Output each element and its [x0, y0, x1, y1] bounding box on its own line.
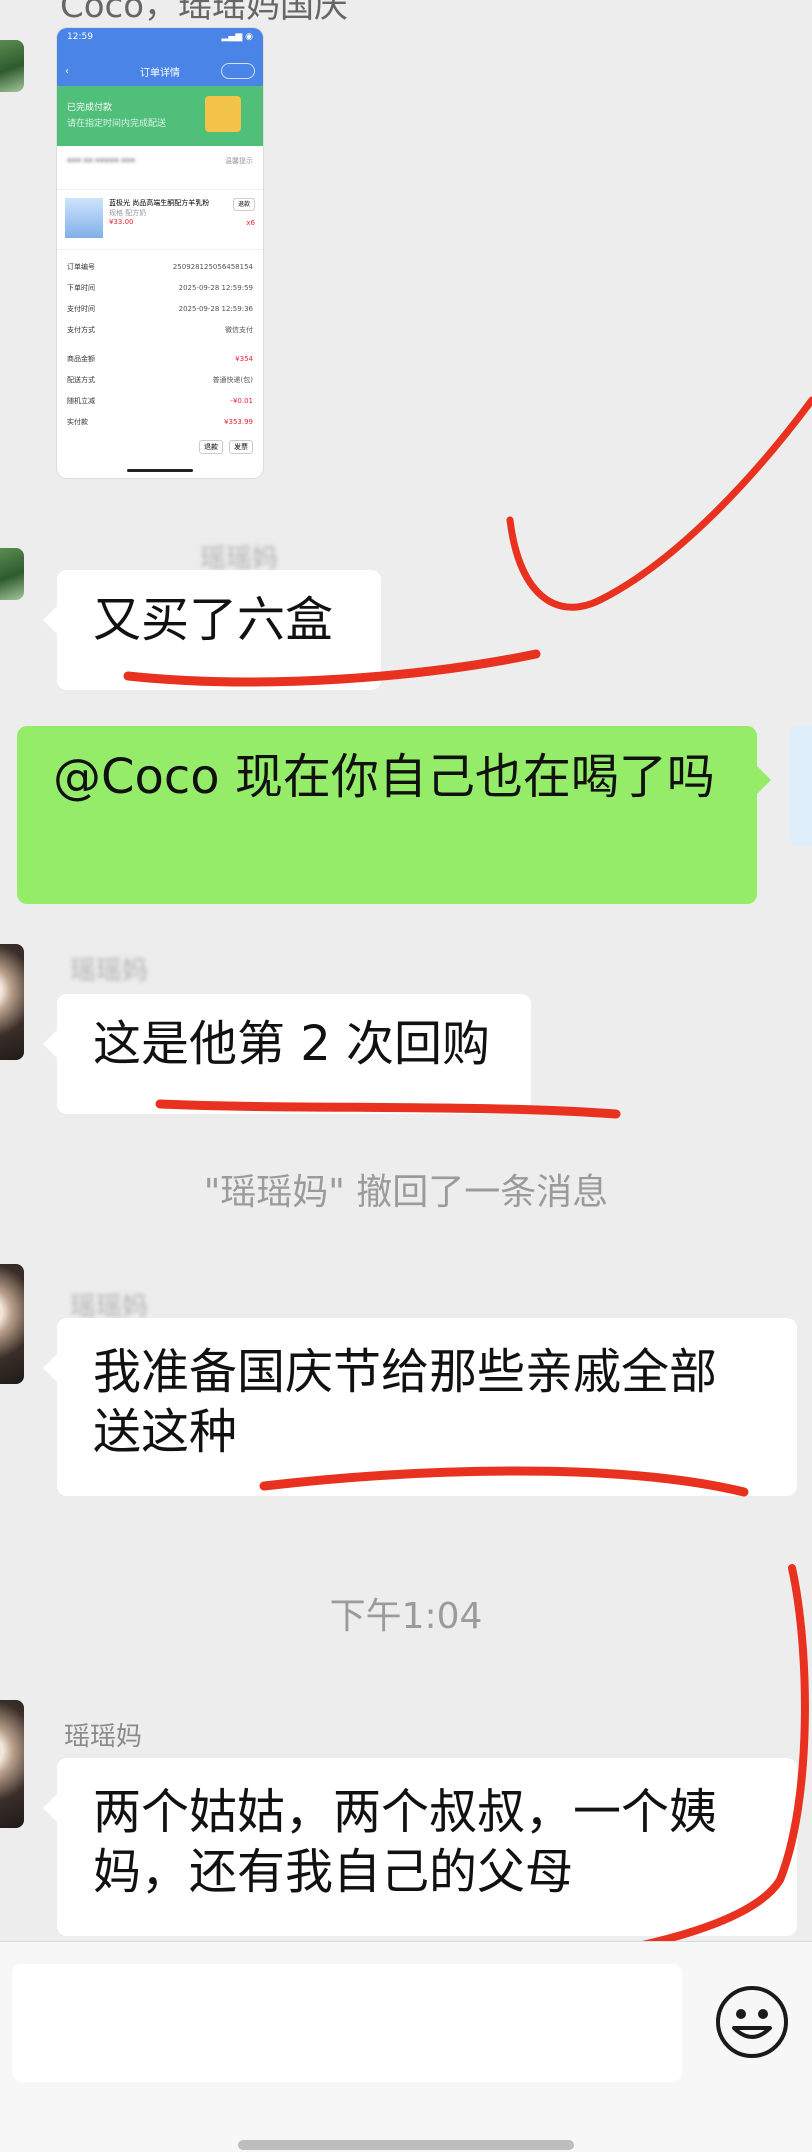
recall-notice: "瑶瑶妈" 撤回了一条消息 [203, 1172, 609, 1213]
screenshot-status-bar: 12:59 ▂▄▆ ◉ [57, 28, 263, 56]
order-row: 配送方式 普通快递(包) [67, 375, 253, 384]
product-qty: x6 [246, 219, 255, 227]
capsule-icon [221, 63, 255, 79]
product-thumbnail [65, 198, 103, 238]
sender-name: 瑶瑶妈 [70, 956, 149, 986]
order-row: 商品金额 ¥354 [67, 354, 253, 363]
back-icon: ‹ [65, 65, 69, 77]
message-bubble[interactable]: 又买了六盒 [43, 570, 381, 690]
timestamp: 下午1:04 [329, 1596, 483, 1637]
message-input[interactable] [12, 1964, 682, 2082]
screenshot-nav: ‹ 订单详情 [57, 56, 263, 86]
screenshot-status-banner: 已完成付款 请在指定时间内完成配送 [57, 86, 263, 146]
product-price: ¥33.00 [109, 218, 134, 226]
partial-message-text: Coco，瑶瑶妈国庆 [60, 0, 349, 26]
home-indicator [238, 2140, 574, 2150]
screenshot-time: 12:59 [67, 32, 93, 42]
avatar[interactable] [0, 944, 24, 1060]
order-row: 实付款 ¥353.99 [67, 417, 253, 426]
avatar[interactable] [0, 40, 24, 92]
own-message-bubble[interactable]: @Coco 现在你自己也在喝了吗 [17, 726, 771, 904]
gift-box-icon [205, 96, 241, 132]
message-text: 两个姑姑，两个叔叔，一个姨妈，还有我自己的父母 [93, 1784, 718, 1900]
product-name: 蓝极光 尚品高端生酮配方羊乳粉 [109, 199, 210, 207]
product-spec: 规格 配方奶 [109, 209, 147, 217]
message-bubble[interactable]: 我准备国庆节给那些亲戚全部送这种 [43, 1318, 797, 1496]
screenshot-btn-a: 退款 [199, 440, 223, 454]
order-row: 支付时间 2025-09-28 12:59:36 [67, 304, 253, 313]
smiley-icon[interactable] [714, 1984, 790, 2060]
message-text: 又买了六盒 [93, 592, 334, 648]
product-row: 蓝极光 尚品高端生酮配方羊乳粉 规格 配方奶 ¥33.00 退款 x6 [57, 190, 263, 250]
address-hint: 温馨提示 [225, 157, 253, 165]
message-bubble[interactable]: 这是他第 2 次回购 [43, 994, 531, 1114]
screenshot-title: 订单详情 [140, 67, 180, 79]
screenshot-buttons: 退款 发票 [57, 432, 263, 462]
input-bar [0, 1941, 812, 2152]
message-bubble[interactable]: 两个姑姑，两个叔叔，一个姨妈，还有我自己的父母 [43, 1758, 797, 1936]
order-row: 随机立减 -¥0.01 [67, 396, 253, 405]
sender-name: 瑶瑶妈 [64, 1722, 143, 1752]
screenshot-btn-b: 发票 [229, 440, 253, 454]
order-row: 下单时间 2025-09-28 12:59:59 [67, 283, 253, 292]
address-section: ▪▪▪ ▪▪ ▪▪▪▪▪ ▪▪▪ 温馨提示 [57, 146, 263, 190]
message-text: 这是他第 2 次回购 [93, 1016, 491, 1072]
refund-button: 退款 [232, 198, 255, 211]
order-row: 订单编号 250928125056458154 [67, 262, 253, 271]
own-avatar[interactable] [790, 726, 812, 846]
screenshot-home-indicator [127, 469, 193, 472]
signal-icon: ▂▄▆ ◉ [221, 32, 253, 42]
message-text: @Coco 现在你自己也在喝了吗 [53, 749, 715, 805]
order-row: 支付方式 微信支付 [67, 325, 253, 334]
annotation-check-mark [506, 396, 812, 611]
avatar[interactable] [0, 1264, 24, 1384]
message-text: 我准备国庆节给那些亲戚全部送这种 [93, 1344, 718, 1460]
avatar[interactable] [0, 548, 24, 600]
avatar[interactable] [0, 1700, 24, 1828]
order-screenshot-image[interactable]: 12:59 ▂▄▆ ◉ ‹ 订单详情 已完成付款 请在指定时间内完成配送 ▪▪▪… [57, 28, 263, 478]
order-info-list: 订单编号 250928125056458154 下单时间 2025-09-28 12… [57, 250, 263, 432]
